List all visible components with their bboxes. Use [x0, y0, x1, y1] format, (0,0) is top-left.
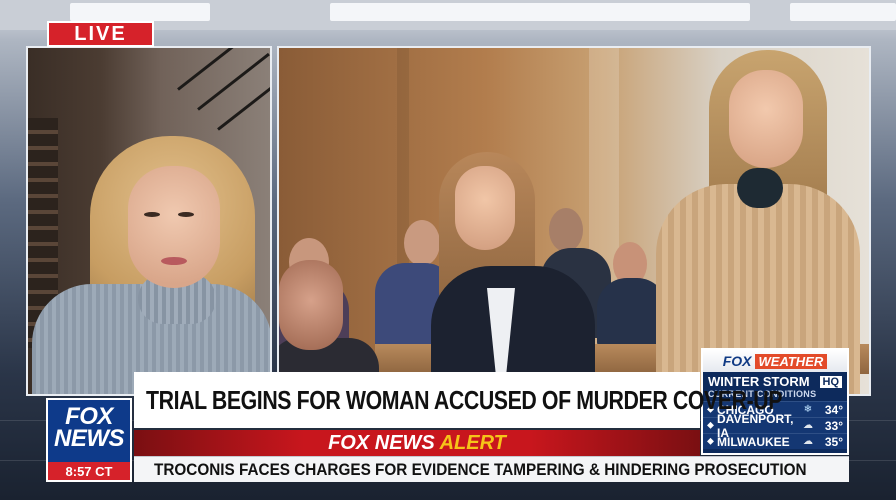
ceiling-light: [790, 3, 896, 21]
fox-logo-line2: NEWS: [54, 425, 125, 452]
ceiling-light: [330, 3, 750, 21]
defendant-collar: [737, 168, 783, 208]
weather-city-row: ⬥ DAVENPORT, IA ☁ 33°: [703, 412, 847, 440]
weather-city: MILWAUKEE: [717, 434, 790, 449]
guest-eye: [144, 212, 160, 217]
headline-bar: TRIAL BEGINS FOR WOMAN ACCUSED OF MURDER…: [134, 372, 783, 428]
staircase: [217, 85, 270, 131]
cloud-icon: ☁: [803, 420, 813, 431]
headline-text: TRIAL BEGINS FOR WOMAN ACCUSED OF MURDER…: [146, 384, 783, 415]
weather-temp: 33°: [824, 418, 843, 433]
weather-city-row: ⬥ MILWAUKEE ☁ 35°: [703, 433, 847, 449]
alert-text: FOX NEWS ALERT: [328, 432, 506, 455]
weather-temp: 35°: [824, 434, 843, 449]
snow-icon: ❄: [803, 404, 813, 415]
weather-temp: 34°: [824, 402, 843, 417]
attorney-head: [279, 260, 343, 350]
defense-attorney-face: [455, 166, 515, 250]
fox-news-alert-bar: FOX NEWS ALERT: [134, 430, 700, 456]
ticker-bar: TROCONIS FACES CHARGES FOR EVIDENCE TAMP…: [134, 456, 849, 482]
location-pin-icon: ⬥: [707, 436, 714, 447]
alert-label: ALERT: [439, 431, 506, 454]
spectator-head: [404, 220, 440, 266]
weather-hq-badge: HQ: [819, 375, 842, 388]
fox-news-logo: FOX NEWS 8:57 CT: [46, 398, 132, 482]
guest-video-feed: [26, 46, 272, 396]
guest-eye: [178, 212, 194, 217]
ticker-text: TROCONIS FACES CHARGES FOR EVIDENCE TAMP…: [154, 459, 807, 479]
broadcast-clock: 8:57 CT: [48, 462, 130, 480]
spectator-head: [549, 208, 583, 252]
staircase: [197, 52, 270, 111]
fox-weather-logo: FOX WEATHER: [703, 350, 847, 372]
courtroom-photo: [277, 46, 871, 396]
location-pin-icon: ⬥: [707, 420, 714, 431]
guest-lips: [161, 257, 187, 265]
live-badge: LIVE: [47, 21, 154, 47]
defendant-face: [729, 70, 803, 168]
guest-face: [128, 166, 220, 288]
cloud-icon: ☁: [803, 436, 813, 447]
fox-weather-word: WEATHER: [754, 353, 828, 369]
alert-brand: FOX NEWS: [328, 431, 435, 454]
fox-weather-brand: FOX: [722, 353, 752, 369]
ceiling-light: [70, 3, 210, 21]
